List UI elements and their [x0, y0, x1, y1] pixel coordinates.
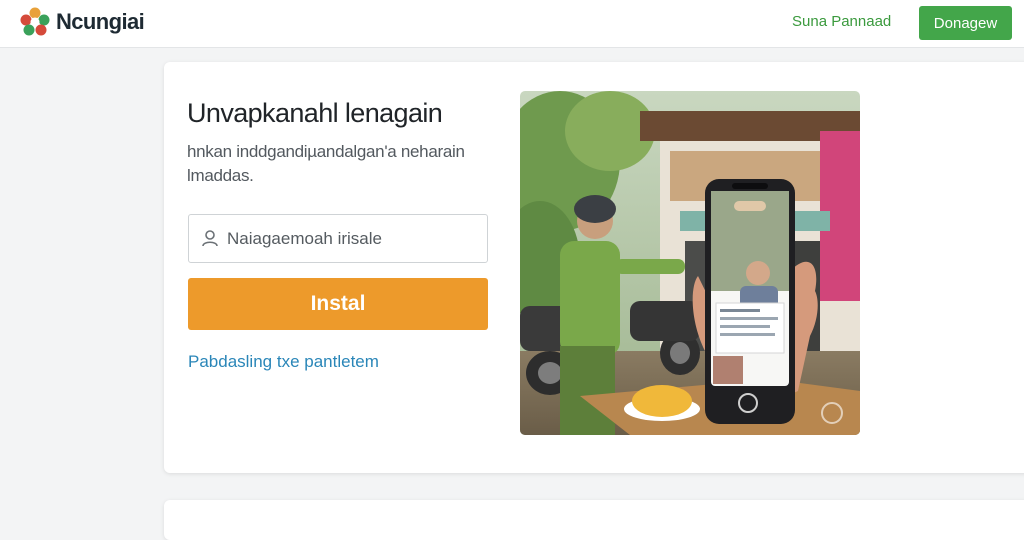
brand-name: Ncungiai	[56, 9, 145, 34]
hero-subtext: hnkan inddgandiµandalgan'a neharain lmad…	[187, 142, 465, 185]
hero-card: Unvapkanahl lenagain hnkan inddgandiµand…	[164, 62, 1024, 473]
nav-link[interactable]: Suna Pannaad	[792, 13, 891, 30]
brand-logo[interactable]: Ncungiai	[18, 6, 145, 38]
search-input[interactable]	[227, 223, 477, 255]
secondary-link[interactable]: Pabdasling txe pantletem	[188, 352, 379, 372]
hero-photo-illustration	[520, 91, 860, 435]
hero-photo	[520, 91, 860, 435]
search-icon	[202, 230, 218, 247]
search-field[interactable]	[188, 214, 488, 263]
install-button[interactable]: Instal	[188, 278, 488, 330]
header-cta-button[interactable]: Donagew	[919, 6, 1012, 40]
hero-headline: Unvapkanahl lenagain	[187, 98, 443, 128]
logo-icon	[20, 7, 50, 36]
secondary-card	[164, 500, 1024, 540]
top-navigation-bar: Ncungiai Suna Pannaad Donagew	[0, 0, 1024, 48]
